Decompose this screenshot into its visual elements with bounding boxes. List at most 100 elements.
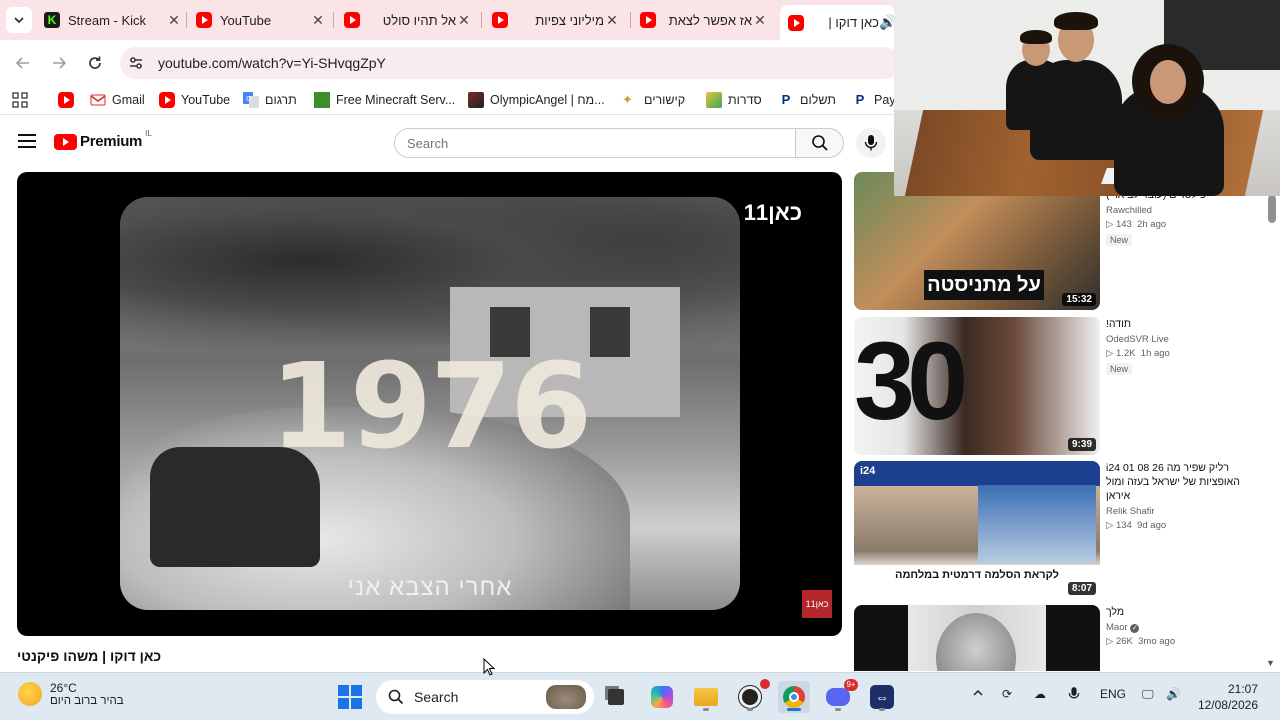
video-thumbnail[interactable]	[854, 605, 1100, 671]
search-button[interactable]	[796, 128, 844, 158]
recommendation-item[interactable]: i24 לקראת הסלמה דרמטית במלחמה 8:07 רליק …	[854, 461, 1268, 599]
youtube-icon	[196, 12, 212, 28]
recommendation-item[interactable]: מלך Maor ✓ ▷ 26K 3mo ago	[854, 605, 1268, 671]
close-icon[interactable]: ✕	[752, 12, 768, 29]
weather-description: בהיר ברוב היום	[50, 695, 124, 707]
show-hidden-icons[interactable]	[972, 687, 984, 702]
system-clock[interactable]: 21:07 12/08/2026	[1198, 681, 1258, 713]
tab-youtube[interactable]: YouTube ✕	[196, 5, 326, 35]
search-icon	[388, 689, 404, 705]
bookmark-translate[interactable]: G תרגום	[243, 91, 297, 109]
new-badge: New	[1106, 363, 1133, 375]
view-count: 1.2K	[1115, 348, 1136, 359]
address-bar[interactable]: youtube.com/watch?v=Yi-SHvqgZpY	[120, 47, 900, 79]
tab-video-3[interactable]: אז אפשר לצאת ✕	[640, 5, 768, 35]
tab-title: כאן דוקו |	[828, 15, 879, 30]
video-thumbnail[interactable]: 30 9:39	[854, 317, 1100, 455]
file-explorer-button[interactable]	[690, 681, 722, 713]
tab-title: Stream - Kick	[68, 12, 147, 28]
voice-search-button[interactable]	[856, 128, 886, 158]
taskbar-search-label: Search	[414, 689, 459, 705]
channel-name[interactable]: Rawchilled	[1106, 205, 1246, 216]
bookmark-minecraft[interactable]: Free Minecraft Serv...	[314, 91, 455, 109]
minecraft-icon	[314, 92, 330, 108]
microphone-tray-icon[interactable]	[1068, 687, 1080, 704]
youtube-icon	[159, 92, 175, 108]
bookmark-olympicangel[interactable]: OlympicAngel | מח...	[468, 91, 605, 109]
bookmark-label: Gmail	[112, 93, 145, 107]
bookmark-youtube-icon-only[interactable]	[58, 91, 80, 109]
tab-search-button[interactable]	[6, 7, 32, 33]
discord-button[interactable]: 9+	[822, 679, 858, 713]
language-indicator[interactable]: ENG	[1100, 687, 1126, 701]
video-stats: ▷ 26K 3mo ago	[1106, 636, 1176, 647]
bookmark-folder-links[interactable]: ✦ קישורים	[622, 91, 685, 109]
elephant-icon	[546, 685, 586, 709]
cloud-off-icon[interactable]: ☁	[1034, 687, 1046, 701]
chrome-button[interactable]	[778, 681, 810, 713]
temperature: 26°C	[50, 681, 77, 695]
sun-icon	[18, 682, 42, 706]
site-info-button[interactable]	[120, 47, 152, 79]
video-thumbnail[interactable]: i24 לקראת הסלמה דרמטית במלחמה 8:07	[854, 461, 1100, 599]
channel-name[interactable]: Maor ✓	[1106, 622, 1246, 633]
tab-video-2[interactable]: מיליוני צפיות ✕	[492, 5, 620, 35]
reload-button[interactable]	[82, 50, 108, 76]
kick-icon: K	[44, 12, 60, 28]
start-button[interactable]	[334, 681, 366, 713]
video-title[interactable]: מלך	[1106, 605, 1246, 619]
video-title[interactable]: רליק שפיר מה 26 08 01 i24 האופציות של יש…	[1106, 461, 1246, 503]
apps-button[interactable]	[12, 91, 28, 109]
close-icon[interactable]: ✕	[166, 12, 182, 29]
video-player[interactable]: 1976 אחרי הצבא אני כאן11 כאן11	[17, 172, 842, 636]
volume-icon[interactable]: 🔊	[1166, 687, 1181, 701]
obs-button[interactable]	[734, 679, 770, 713]
channel-name[interactable]: Relik Shafir	[1106, 506, 1246, 517]
video-title: כאן דוקו | משהו פיקנטי	[17, 648, 162, 664]
menu-icon[interactable]	[18, 134, 36, 148]
tab-kick[interactable]: K Stream - Kick ✕	[44, 5, 182, 35]
copilot-icon	[651, 686, 673, 708]
bookmark-label: תשלום	[800, 93, 836, 107]
bookmark-label: OlympicAngel | מח...	[490, 93, 605, 107]
task-view-button[interactable]	[600, 681, 632, 713]
folder-icon	[706, 92, 722, 108]
search-icon	[811, 135, 828, 151]
scroll-down-arrow[interactable]: ▼	[1266, 658, 1275, 668]
tab-active-video[interactable]: כאן דוקו | 🔊	[780, 5, 895, 40]
tab-title: YouTube	[220, 12, 272, 28]
remote-desktop-icon: ⇔	[870, 685, 894, 709]
avatar-icon	[468, 92, 484, 108]
recommendation-item[interactable]: 30 9:39 תודה! OdedSVR Live ▷ 1.2K 1h ago…	[854, 317, 1268, 455]
tab-video-1[interactable]: אל תהיו סולט ✕	[344, 5, 472, 35]
bookmark-youtube[interactable]: YouTube	[159, 91, 230, 109]
upload-age: 3mo ago	[1138, 636, 1176, 647]
bookmark-gmail[interactable]: Gmail	[90, 91, 145, 109]
paypal-icon: P	[855, 92, 865, 107]
back-button[interactable]	[10, 50, 36, 76]
search-input[interactable]: Search	[394, 128, 796, 158]
video-duration: 8:07	[1067, 582, 1096, 595]
close-icon[interactable]: ✕	[310, 12, 326, 29]
bookmark-folder-series[interactable]: סדרות	[706, 91, 762, 109]
folder-icon: ✦	[622, 92, 633, 107]
channel-badge[interactable]: כאן11	[802, 590, 832, 618]
close-icon[interactable]: ✕	[604, 12, 620, 29]
youtube-logo[interactable]: Premium IL	[54, 129, 152, 150]
weather-widget[interactable]: 26°C בהיר ברוב היום	[18, 681, 124, 707]
remote-app-button[interactable]: ⇔	[866, 681, 898, 713]
taskbar-search[interactable]: Search	[376, 680, 594, 714]
speaker-icon[interactable]: 🔊	[879, 14, 895, 31]
video-title[interactable]: תודה!	[1106, 317, 1246, 331]
network-icon[interactable]: 🖵	[1142, 687, 1154, 702]
scrollbar-thumb[interactable]	[1268, 195, 1276, 223]
bookmark-payment[interactable]: P תשלום	[778, 91, 836, 109]
obs-icon	[739, 686, 761, 708]
upload-age: 9d ago	[1137, 520, 1167, 531]
forward-button[interactable]	[46, 50, 72, 76]
sync-tray-icon[interactable]: ⟳	[1002, 687, 1012, 701]
copilot-button[interactable]	[646, 681, 678, 713]
channel-name[interactable]: OdedSVR Live	[1106, 334, 1246, 345]
youtube-icon	[344, 12, 360, 28]
close-icon[interactable]: ✕	[456, 12, 472, 29]
